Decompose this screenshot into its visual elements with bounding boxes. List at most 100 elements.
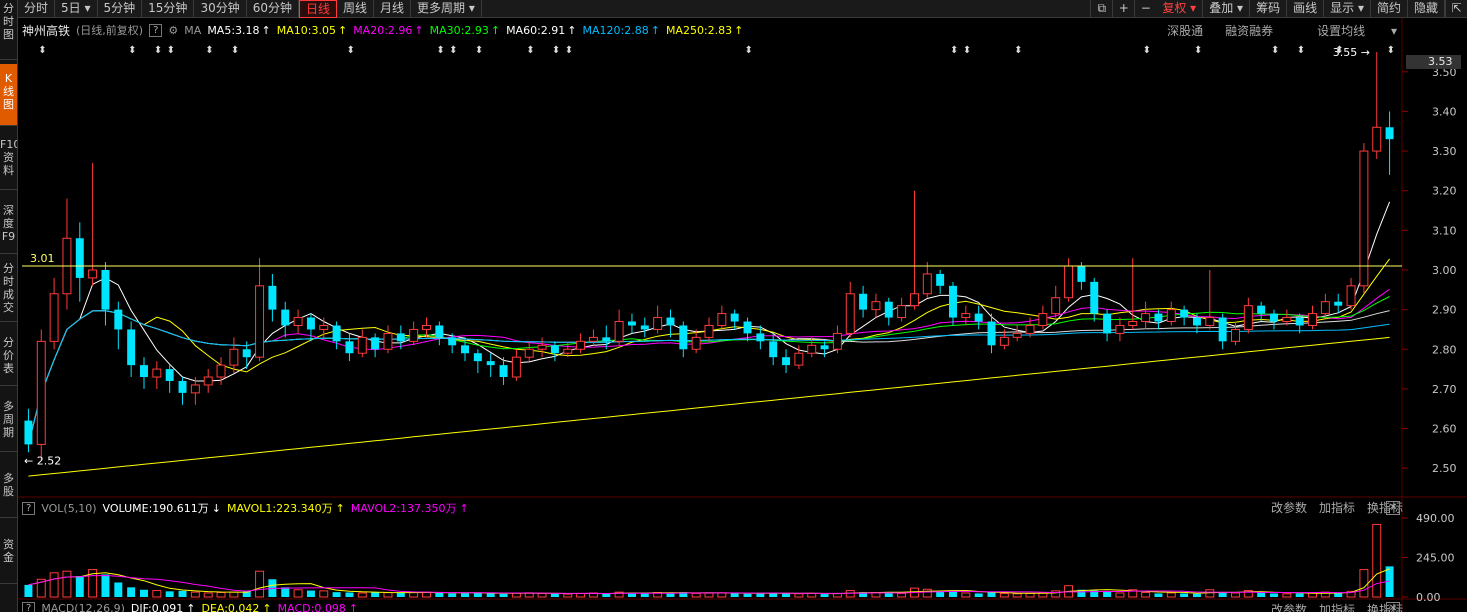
expand-icon[interactable]: ⇱ bbox=[1445, 0, 1467, 18]
macd-change-params[interactable]: 改参数 bbox=[1271, 601, 1307, 612]
tab-5day[interactable]: 5日 ▾ bbox=[55, 0, 98, 18]
help-icon[interactable]: ? bbox=[22, 501, 36, 515]
volume-bar-up bbox=[293, 589, 303, 598]
candle-body-down bbox=[345, 341, 354, 354]
candle-body-up bbox=[871, 301, 881, 311]
sidebar-item-kline[interactable]: K线图 bbox=[0, 64, 17, 126]
candle-body-up bbox=[511, 356, 521, 378]
close-icon[interactable]: ✕ bbox=[1386, 602, 1400, 612]
link-set-ma[interactable]: 设置均线 ▾ bbox=[1295, 22, 1397, 39]
volume-bar-down bbox=[1154, 593, 1163, 597]
vol-add-indicator[interactable]: 加指标 bbox=[1319, 499, 1355, 516]
link-margin-trading[interactable]: 融资融券 bbox=[1225, 22, 1273, 39]
link-hk-connect[interactable]: 深股通 bbox=[1167, 22, 1203, 39]
macd-info-line: ? MACD(12,26,9) DIF:0.091 ↑ DEA:0.042 ↑ MA… bbox=[22, 602, 364, 612]
candle-body-down bbox=[627, 321, 636, 326]
volume-bar-up bbox=[922, 588, 932, 598]
volume-bar-down bbox=[101, 574, 110, 597]
help-icon[interactable]: ? bbox=[149, 23, 163, 37]
zoom-in-icon[interactable]: + bbox=[1112, 0, 1134, 18]
tab-more-periods[interactable]: 更多周期 ▾ bbox=[411, 0, 482, 18]
price-labels: 3.55 → ← 2.52 bbox=[24, 46, 1370, 467]
volume-bar-up bbox=[794, 593, 804, 598]
volume-bar-up bbox=[319, 590, 329, 598]
candle-body-up bbox=[1231, 328, 1240, 342]
candle-body-down bbox=[114, 309, 123, 330]
more-periods-label: 更多周期 bbox=[417, 1, 466, 15]
sidebar-item-funds[interactable]: 资金 bbox=[0, 520, 17, 584]
event-marker-icon: ⬍ bbox=[475, 45, 483, 56]
tab-30min[interactable]: 30分钟 bbox=[194, 0, 247, 18]
sidebar-item-multi-stock[interactable]: 多股 bbox=[0, 454, 17, 518]
vol-change-params[interactable]: 改参数 bbox=[1271, 499, 1307, 516]
sidebar-item-depth[interactable]: 深度F9 bbox=[0, 192, 17, 254]
sidebar-item-f10[interactable]: F10资料 bbox=[0, 128, 17, 190]
help-icon[interactable]: ? bbox=[22, 602, 36, 612]
volume-bar-down bbox=[1257, 592, 1266, 597]
event-marker-icon: ⬍ bbox=[1143, 45, 1151, 56]
candle-body-up bbox=[152, 368, 162, 378]
display-button[interactable]: 显示 ▾ bbox=[1324, 0, 1371, 18]
volume-bar-up bbox=[383, 592, 393, 598]
candle-body-down bbox=[371, 337, 380, 350]
candle-body-up bbox=[845, 293, 855, 334]
ma60-value: MA60:2.91 bbox=[506, 23, 566, 37]
macd-add-indicator[interactable]: 加指标 bbox=[1319, 601, 1355, 612]
chips-button[interactable]: 筹码 bbox=[1250, 0, 1288, 18]
arrow-up-icon: ↑ bbox=[490, 23, 501, 37]
tab-daily[interactable]: 日线 bbox=[299, 0, 338, 18]
price-tick-label: 2.80 bbox=[1432, 343, 1457, 356]
fuquan-button[interactable]: 复权 ▾ bbox=[1156, 0, 1204, 18]
tab-weekly[interactable]: 周线 bbox=[337, 0, 375, 18]
candle-body-up bbox=[216, 364, 226, 378]
sidebar-item-price-table[interactable]: 分价表 bbox=[0, 324, 17, 386]
tab-fenshi[interactable]: 分时 bbox=[18, 0, 56, 18]
candle-body-down bbox=[743, 321, 752, 334]
tab-60min[interactable]: 60分钟 bbox=[247, 0, 299, 18]
tab-monthly[interactable]: 月线 bbox=[374, 0, 412, 18]
sidebar-item-multi-period[interactable]: 多周期 bbox=[0, 388, 17, 452]
candle-body-up bbox=[1115, 324, 1125, 334]
macd-panel-links: 改参数 加指标 换指标 bbox=[1259, 601, 1403, 612]
candle-body-down bbox=[884, 301, 893, 318]
draw-line-button[interactable]: 画线 bbox=[1287, 0, 1325, 18]
candle-body-down bbox=[1180, 309, 1189, 318]
sidebar-item-ticks[interactable]: 分时成交 bbox=[0, 256, 17, 322]
tab-5min[interactable]: 5分钟 bbox=[98, 0, 143, 18]
ma20-value: MA20:2.96 bbox=[353, 23, 413, 37]
candle-body-down bbox=[486, 361, 495, 366]
ma30-value: MA30:2.93 bbox=[429, 23, 489, 37]
price-tick-label: 3.00 bbox=[1432, 264, 1457, 277]
volume-bar-down bbox=[178, 590, 187, 597]
volume-bar-up bbox=[1359, 569, 1369, 598]
candle-body-down bbox=[435, 325, 444, 338]
candle-body-up bbox=[1166, 309, 1176, 323]
candle-body-down bbox=[396, 333, 405, 342]
chevron-down-icon: ▾ bbox=[1390, 24, 1397, 38]
candle-body-up bbox=[293, 317, 303, 326]
candle-body-up bbox=[794, 352, 804, 366]
close-icon[interactable]: ✕ bbox=[1386, 501, 1400, 515]
candle-body-down bbox=[448, 337, 457, 346]
hline-label: 3.01 bbox=[30, 252, 55, 265]
tab-15min[interactable]: 15分钟 bbox=[142, 0, 195, 18]
price-tick-label: 2.50 bbox=[1432, 462, 1457, 475]
candle-body-up bbox=[1320, 301, 1330, 315]
volume-bar-down bbox=[602, 593, 611, 597]
tab-5day-label: 5日 bbox=[61, 1, 81, 15]
event-marker-icon: ⬍ bbox=[205, 45, 213, 56]
zoom-out-icon[interactable]: − bbox=[1134, 0, 1156, 18]
candle-body-down bbox=[473, 353, 482, 362]
volume-bar-up bbox=[563, 593, 573, 598]
macd-value: MACD:0.098 bbox=[277, 602, 346, 612]
candle-body-down bbox=[281, 309, 290, 326]
overlay-button[interactable]: 叠加 ▾ bbox=[1203, 0, 1251, 18]
candle-body-down bbox=[268, 285, 277, 310]
hide-button[interactable]: 隐藏 bbox=[1408, 0, 1445, 18]
window-icon[interactable]: ⧉ bbox=[1090, 0, 1112, 18]
candle-body-up bbox=[922, 273, 932, 295]
candle-body-down bbox=[859, 293, 868, 310]
simple-button[interactable]: 简约 bbox=[1371, 0, 1408, 18]
gear-icon[interactable]: ⚙ bbox=[168, 24, 178, 37]
sidebar-item-fenshi[interactable]: 分时图 bbox=[0, 0, 17, 60]
